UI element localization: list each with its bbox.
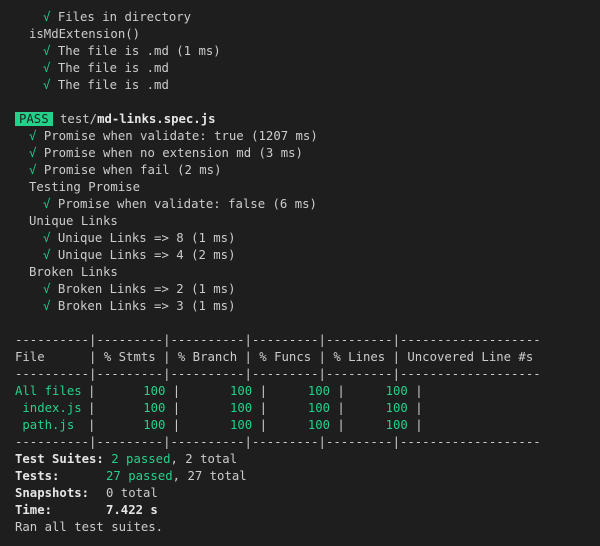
- coverage-stmts: 100: [143, 401, 166, 415]
- summary-value: 0 total: [106, 486, 158, 500]
- coverage-funcs: 100: [307, 418, 331, 432]
- test-result-line: √ Broken Links => 3 (1 ms): [15, 298, 541, 315]
- check-icon: √: [43, 61, 51, 75]
- test-group-heading: Broken Links: [29, 265, 118, 279]
- col-sep: |: [330, 401, 345, 415]
- summary-total: , 2 total: [170, 452, 238, 466]
- test-result-line: √ Broken Links => 2 (1 ms): [15, 281, 541, 298]
- suite-header: PASS test/md-links.spec.js: [15, 111, 541, 128]
- coverage-file: index.js: [15, 401, 82, 415]
- coverage-branch: 100: [230, 401, 253, 415]
- coverage-branch: 100: [230, 418, 253, 432]
- col-sep: |: [330, 418, 345, 432]
- coverage-funcs: 100: [307, 384, 331, 398]
- test-group-heading: Unique Links: [29, 214, 118, 228]
- check-icon: √: [43, 231, 51, 245]
- col-sep: |: [165, 384, 181, 398]
- coverage-lines: 100: [385, 401, 408, 415]
- test-name: Promise when fail (2 ms): [43, 163, 222, 177]
- test-name: Unique Links => 4 (2 ms): [57, 248, 236, 262]
- pass-badge: PASS: [15, 112, 53, 126]
- test-result-line: √ Promise when fail (2 ms): [15, 162, 541, 179]
- summary-label: Tests:: [15, 469, 60, 483]
- test-result-line: √ Promise when validate: true (1207 ms): [15, 128, 541, 145]
- summary-time: Time: 7.422 s: [15, 502, 541, 519]
- test-name: Promise when validate: true (1207 ms): [43, 129, 318, 143]
- coverage-file: All files: [15, 384, 82, 398]
- check-icon: √: [43, 248, 51, 262]
- test-result-line: √ Files in directory: [15, 9, 541, 26]
- summary-total: , 27 total: [172, 469, 247, 483]
- summary-tests: Tests: 27 passed, 27 total: [15, 468, 541, 485]
- coverage-row: All files | 100 | 100 | 100 | 100 |: [15, 383, 541, 400]
- coverage-separator: ----------|---------|----------|--------…: [15, 333, 541, 347]
- test-name: The file is .md: [57, 61, 169, 75]
- check-icon: √: [43, 78, 51, 92]
- col-sep: |: [88, 418, 96, 432]
- summary-value: 7.422 s: [106, 503, 158, 517]
- suite-file: md-links.spec.js: [97, 112, 216, 126]
- check-icon: √: [29, 163, 37, 177]
- check-icon: √: [29, 129, 37, 143]
- col-sep: |: [407, 384, 423, 398]
- summary-label: Test Suites:: [15, 452, 104, 466]
- test-group-heading: isMdExtension(): [29, 27, 141, 41]
- test-name: Promise when validate: false (6 ms): [57, 197, 317, 211]
- summary-passed: 27 passed: [106, 469, 173, 483]
- summary-label: Time:: [15, 503, 53, 517]
- col-sep: |: [252, 401, 268, 415]
- coverage-lines: 100: [385, 418, 408, 432]
- test-name: The file is .md (1 ms): [57, 44, 221, 58]
- summary-passed: 2 passed: [111, 452, 171, 466]
- test-group-heading: Testing Promise: [29, 180, 141, 194]
- test-result-line: √ Promise when validate: false (6 ms): [15, 196, 541, 213]
- col-sep: |: [407, 418, 423, 432]
- col-sep: |: [252, 384, 268, 398]
- check-icon: √: [43, 10, 51, 24]
- coverage-separator: ----------|---------|----------|--------…: [15, 367, 541, 381]
- test-name: Promise when no extension md (3 ms): [43, 146, 303, 160]
- test-result-line: √ The file is .md: [15, 60, 541, 77]
- col-sep: |: [88, 384, 96, 398]
- col-sep: |: [252, 418, 268, 432]
- coverage-separator: ----------|---------|----------|--------…: [15, 435, 541, 449]
- coverage-header: File | % Stmts | % Branch | % Funcs | % …: [15, 350, 541, 364]
- summary-ran: Ran all test suites.: [15, 520, 164, 534]
- coverage-stmts: 100: [143, 384, 166, 398]
- terminal-output: √ Files in directory isMdExtension() √ T…: [15, 9, 541, 536]
- test-name: Broken Links => 3 (1 ms): [57, 299, 236, 313]
- coverage-row: path.js | 100 | 100 | 100 | 100 |: [15, 417, 541, 434]
- col-sep: |: [165, 401, 181, 415]
- col-sep: |: [330, 384, 345, 398]
- suite-path-prefix: test/: [60, 112, 98, 126]
- summary-label: Snapshots:: [15, 486, 90, 500]
- test-name: Files in directory: [57, 10, 192, 24]
- test-result-line: √ Promise when no extension md (3 ms): [15, 145, 541, 162]
- check-icon: √: [43, 282, 51, 296]
- coverage-row: index.js | 100 | 100 | 100 | 100 |: [15, 400, 541, 417]
- test-result-line: √ The file is .md (1 ms): [15, 43, 541, 60]
- test-result-line: √ The file is .md: [15, 77, 541, 94]
- coverage-lines: 100: [385, 384, 408, 398]
- coverage-stmts: 100: [143, 418, 166, 432]
- coverage-funcs: 100: [307, 401, 331, 415]
- col-sep: |: [88, 401, 96, 415]
- col-sep: |: [407, 401, 423, 415]
- check-icon: √: [29, 146, 37, 160]
- test-name: Unique Links => 8 (1 ms): [57, 231, 236, 245]
- summary-suites: Test Suites: 2 passed, 2 total: [15, 451, 541, 468]
- coverage-file: path.js: [15, 418, 75, 432]
- summary-snapshots: Snapshots: 0 total: [15, 485, 541, 502]
- test-name: Broken Links => 2 (1 ms): [57, 282, 236, 296]
- check-icon: √: [43, 197, 51, 211]
- coverage-branch: 100: [230, 384, 253, 398]
- test-result-line: √ Unique Links => 8 (1 ms): [15, 230, 541, 247]
- col-sep: |: [165, 418, 181, 432]
- test-name: The file is .md: [57, 78, 169, 92]
- check-icon: √: [43, 44, 51, 58]
- test-result-line: √ Unique Links => 4 (2 ms): [15, 247, 541, 264]
- check-icon: √: [43, 299, 51, 313]
